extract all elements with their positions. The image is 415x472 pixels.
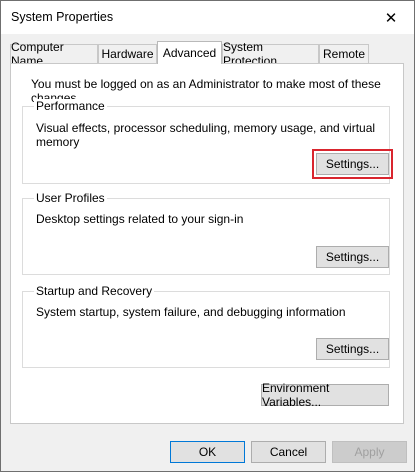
tab-advanced[interactable]: Advanced: [157, 41, 222, 64]
system-properties-window: System Properties ✕ Computer Name Hardwa…: [0, 0, 415, 472]
window-title: System Properties: [11, 10, 114, 24]
tab-remote[interactable]: Remote: [319, 44, 369, 63]
title-bar[interactable]: System Properties ✕: [1, 1, 414, 34]
startup-recovery-settings-button[interactable]: Settings...: [316, 338, 389, 360]
tab-hardware[interactable]: Hardware: [98, 44, 157, 63]
user-profiles-group: User Profiles Desktop settings related t…: [22, 191, 390, 275]
startup-recovery-group: Startup and Recovery System startup, sys…: [22, 284, 390, 368]
performance-settings-button[interactable]: Settings...: [312, 149, 393, 179]
performance-description: Visual effects, processor scheduling, me…: [36, 121, 376, 149]
apply-button[interactable]: Apply: [332, 441, 407, 463]
performance-group-label: Performance: [34, 99, 107, 113]
environment-variables-button[interactable]: Environment Variables...: [261, 381, 389, 409]
advanced-tab-panel: You must be logged on as an Administrato…: [10, 63, 404, 424]
user-profiles-settings-button[interactable]: Settings...: [316, 246, 389, 268]
user-profiles-group-label: User Profiles: [34, 191, 107, 205]
ok-button[interactable]: OK: [170, 441, 245, 463]
tab-computer-name[interactable]: Computer Name: [10, 40, 98, 68]
cancel-button[interactable]: Cancel: [251, 441, 326, 463]
startup-recovery-group-label: Startup and Recovery: [34, 284, 155, 298]
close-button[interactable]: ✕: [368, 1, 414, 34]
startup-recovery-description: System startup, system failure, and debu…: [36, 305, 346, 319]
close-icon: ✕: [384, 9, 398, 27]
tab-system-protection[interactable]: System Protection: [222, 40, 319, 68]
user-profiles-description: Desktop settings related to your sign-in: [36, 212, 244, 226]
performance-group: Performance Visual effects, processor sc…: [22, 99, 393, 184]
